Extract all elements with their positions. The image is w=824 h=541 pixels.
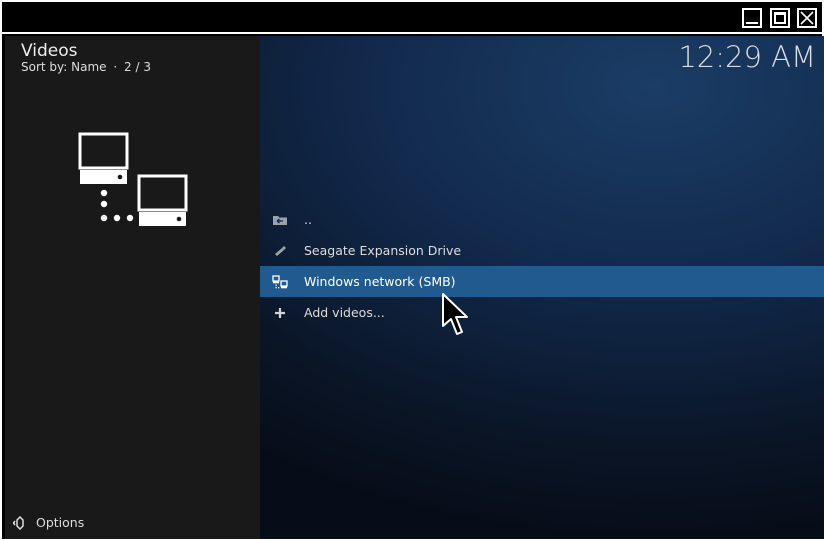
options-label: Options: [36, 515, 85, 530]
clock: 12:29 AM: [678, 40, 816, 74]
sort-label: Sort by: Name: [21, 60, 107, 74]
left-panel: Videos Sort by: Name · 2 / 3 Options: [5, 36, 260, 539]
sort-separator: ·: [113, 60, 118, 74]
list-item-add-videos[interactable]: Add videos...: [260, 297, 824, 328]
page-title: Videos: [21, 41, 78, 61]
network-icon: [272, 274, 288, 289]
content-panel: 12:29 AM .. Seagate Expansion Drive Wind…: [260, 36, 824, 539]
network-computers-icon: [78, 132, 198, 236]
list-item-label: ..: [304, 212, 312, 227]
list-item-label: Windows network (SMB): [304, 274, 456, 289]
list-item-label: Seagate Expansion Drive: [304, 243, 462, 258]
mouse-cursor-icon: [441, 292, 471, 342]
list-item-seagate[interactable]: Seagate Expansion Drive: [260, 235, 824, 266]
page-counter: 2 / 3: [124, 60, 151, 74]
folder-back-icon: [272, 212, 288, 226]
options-icon: [12, 515, 27, 533]
maximize-icon[interactable]: [770, 8, 790, 28]
list-item-label: Add videos...: [304, 305, 385, 320]
title-bar: [2, 0, 822, 34]
list-item-parent[interactable]: ..: [260, 204, 824, 235]
app-window: Videos Sort by: Name · 2 / 3 Options 12:…: [0, 0, 824, 541]
list-item-smb[interactable]: Windows network (SMB): [260, 266, 824, 297]
usb-drive-icon: [272, 243, 288, 257]
plus-icon: [272, 305, 288, 319]
minimize-icon[interactable]: [742, 8, 762, 28]
sort-info: Sort by: Name · 2 / 3: [21, 60, 151, 74]
close-icon[interactable]: [797, 8, 817, 28]
